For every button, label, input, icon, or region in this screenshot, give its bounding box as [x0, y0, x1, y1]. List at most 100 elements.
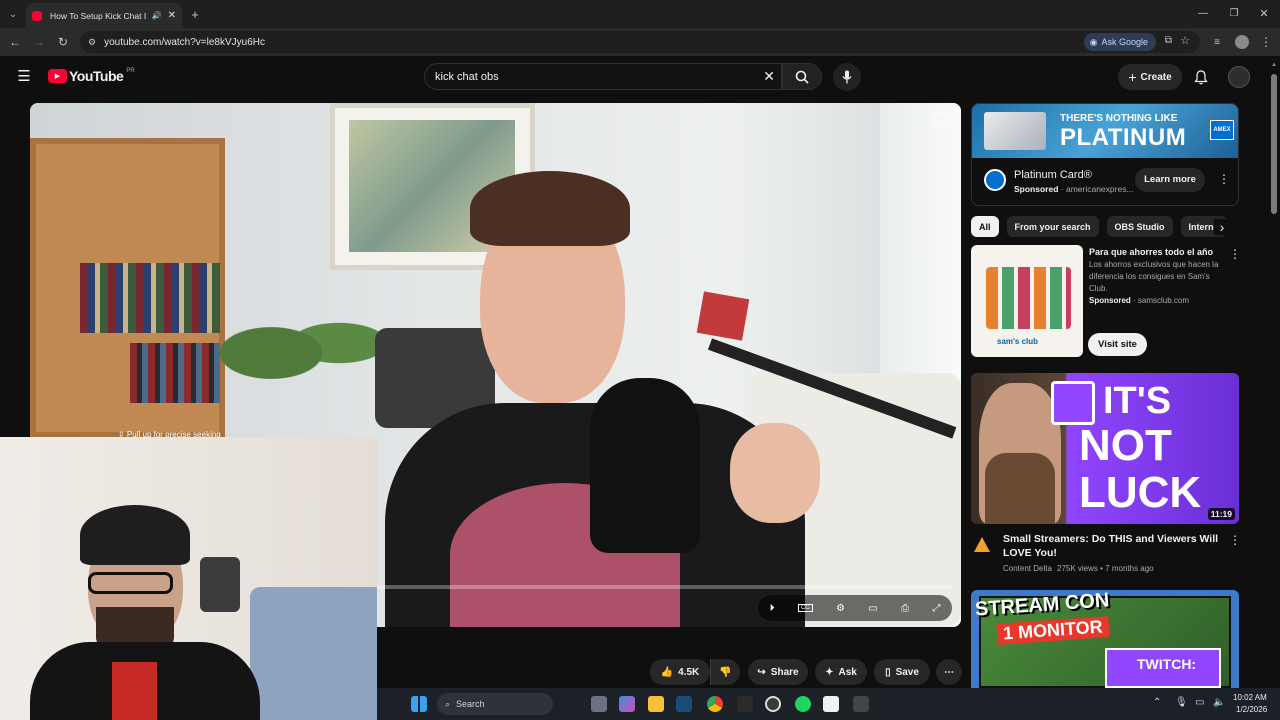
promo-thumbnail[interactable]: sam's club	[971, 245, 1083, 357]
ad-banner-line2: PLATINUM	[1060, 124, 1187, 151]
save-button[interactable]: ▯ Save	[874, 659, 930, 685]
close-window-button[interactable]: ✕	[1257, 6, 1271, 20]
settings-gear-icon[interactable]: ⚙	[836, 603, 845, 614]
restore-button[interactable]: ❐	[1227, 6, 1241, 20]
ask-button[interactable]: ✦ Ask	[815, 659, 867, 685]
spotify-icon[interactable]	[795, 696, 811, 712]
ask-google-button[interactable]: ◉ Ask Google	[1083, 33, 1156, 51]
network-icon[interactable]: ▭	[1195, 697, 1204, 708]
fullscreen-icon[interactable]: ⤢	[932, 603, 940, 614]
ad-menu-icon[interactable]: ⋮	[1218, 172, 1230, 186]
taskbar-search[interactable]: ⌕ Search	[437, 693, 553, 715]
volume-icon[interactable]: 🔈	[1213, 697, 1225, 708]
video-thumbnail-2[interactable]: STREAM CON 1 MONITOR TWITCH:	[971, 590, 1239, 688]
scrollbar-thumb[interactable]	[1271, 74, 1277, 214]
video-host-hair	[470, 171, 630, 246]
chips-next-arrow-icon[interactable]: ›	[1214, 219, 1230, 235]
notifications-bell-icon[interactable]	[1193, 69, 1209, 85]
visit-site-button[interactable]: Visit site	[1088, 333, 1147, 356]
reload-button[interactable]: ↻	[56, 35, 70, 49]
forward-button[interactable]: →	[32, 35, 46, 49]
channel-avatar[interactable]	[973, 536, 991, 554]
capcut-icon[interactable]	[823, 696, 839, 712]
chip-from-your-search[interactable]: From your search	[1006, 216, 1099, 237]
ask-google-label: Ask Google	[1101, 37, 1148, 47]
promo-title: Para que ahorres todo el año	[1089, 247, 1214, 257]
promo-brand: sam's club	[997, 337, 1039, 346]
bookmark-star-icon[interactable]: ☆	[1180, 34, 1190, 47]
minimize-button[interactable]: —	[1196, 6, 1210, 20]
install-app-icon[interactable]: ⧉	[1165, 35, 1172, 46]
address-bar[interactable]: ⚙ youtube.com/watch?v=le8kVJyu6Hc ◉ Ask …	[80, 31, 1200, 53]
search-query: kick chat obs	[435, 70, 499, 83]
voice-search-button[interactable]	[833, 63, 861, 91]
task-view-icon[interactable]	[591, 696, 607, 712]
autoplay-toggle[interactable]: ⏵	[770, 603, 775, 614]
cast-icon[interactable]: ⎙	[901, 603, 909, 614]
back-button[interactable]: ←	[8, 35, 22, 49]
page-scrollbar[interactable]: ▲	[1270, 60, 1278, 688]
epic-games-icon[interactable]	[737, 696, 753, 712]
new-tab-button[interactable]: +	[188, 6, 202, 22]
site-info-icon[interactable]: ⚙	[88, 37, 96, 48]
more-actions-button[interactable]: ⋯	[936, 659, 962, 685]
create-label: Create	[1140, 71, 1172, 83]
tab-search-button[interactable]: ⌄	[6, 7, 20, 21]
youtube-logo[interactable]: ▶ YouTube PR	[48, 68, 135, 84]
video-plants	[220, 293, 390, 393]
tab-close-icon[interactable]: ✕	[168, 10, 176, 21]
chip-obs-studio[interactable]: OBS Studio	[1106, 216, 1173, 237]
file-explorer-icon[interactable]	[648, 696, 664, 712]
search-input[interactable]: kick chat obs ✕	[424, 63, 782, 90]
youtube-header: ☰ ▶ YouTube PR kick chat obs ✕ + Create	[0, 56, 1268, 100]
clear-search-icon[interactable]: ✕	[763, 68, 775, 85]
promo-sponsored-label: Sponsored	[1089, 296, 1131, 305]
webcam-glasses	[88, 572, 173, 594]
video-channel[interactable]: Content Delta	[1003, 563, 1052, 575]
taskbar-search-placeholder: Search	[456, 699, 485, 709]
hamburger-menu-icon[interactable]: ☰	[16, 68, 32, 85]
tray-chevron-icon[interactable]: ⌃	[1153, 697, 1161, 708]
chrome-icon[interactable]	[707, 696, 723, 712]
video-info-icon[interactable]: i	[932, 113, 946, 127]
share-button[interactable]: ↪ Share	[748, 659, 808, 685]
learn-more-button[interactable]: Learn more	[1135, 168, 1205, 192]
search-button[interactable]	[782, 63, 822, 90]
ad-banner[interactable]: THERE'S NOTHING LIKE PLATINUM AMEX	[972, 104, 1238, 158]
chrome-menu-icon[interactable]: ⋮	[1260, 35, 1272, 49]
video-thumbnail[interactable]: IT'S NOT LUCK 11:19	[971, 373, 1239, 524]
steam-icon[interactable]	[676, 696, 692, 712]
thumbs-down-icon: 👎	[719, 666, 732, 678]
browser-toolbar: ← → ↻ ⚙ youtube.com/watch?v=le8kVJyu6Hc …	[0, 28, 1280, 56]
video-title[interactable]: Small Streamers: Do THIS and Viewers Wil…	[1003, 532, 1223, 560]
browser-tab[interactable]: How To Setup Kick Chat In 🔊 ✕	[26, 3, 182, 28]
taskbar-time[interactable]: 10:02 AM	[1233, 693, 1267, 702]
youtube-favicon-icon	[32, 10, 42, 21]
create-button[interactable]: + Create	[1118, 64, 1182, 90]
captions-icon[interactable]: CC	[797, 604, 813, 612]
streamdeck-icon[interactable]	[853, 696, 869, 712]
profile-avatar[interactable]	[1235, 35, 1249, 49]
filter-chips: All From your search OBS Studio Interne	[971, 216, 1239, 238]
copilot-icon[interactable]	[619, 696, 635, 712]
video-host-hand	[730, 423, 820, 523]
promo-sponsor-line: Sponsored · samsclub.com	[1089, 296, 1190, 305]
account-avatar[interactable]	[1228, 66, 1250, 88]
promo-menu-icon[interactable]: ⋮	[1229, 247, 1241, 261]
speaker-icon[interactable]: 🔊	[152, 11, 162, 20]
chip-all[interactable]: All	[971, 216, 999, 237]
dislike-button[interactable]: 👎	[710, 659, 740, 685]
player-controls: ⏵ CC ⚙ ▭ ⎙ ⤢	[758, 595, 952, 621]
sponsored-ad-card[interactable]: THERE'S NOTHING LIKE PLATINUM AMEX Plati…	[971, 103, 1239, 206]
scrollbar-up-arrow[interactable]: ▲	[1271, 62, 1277, 68]
miniplayer-icon[interactable]: ▭	[868, 603, 877, 614]
thumb-beard	[985, 453, 1055, 524]
like-button[interactable]: 👍 4.5K	[650, 659, 710, 685]
taskbar-date[interactable]: 1/2/2026	[1236, 705, 1267, 714]
microphone-tray-icon[interactable]: 🎙	[1175, 697, 1188, 708]
video-menu-icon[interactable]: ⋮	[1229, 533, 1241, 547]
reading-list-icon[interactable]: ≡	[1210, 35, 1224, 49]
obs-icon[interactable]	[765, 696, 781, 712]
windows-start-icon[interactable]	[411, 696, 427, 712]
save-label: Save	[895, 666, 919, 678]
